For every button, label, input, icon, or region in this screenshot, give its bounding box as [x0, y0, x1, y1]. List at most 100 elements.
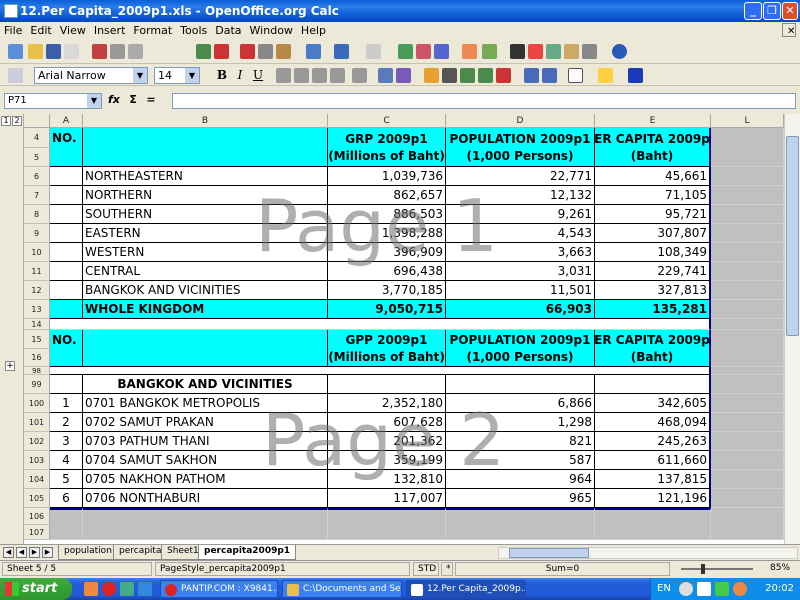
region-no-cell[interactable]	[50, 205, 83, 224]
currency-format-icon[interactable]	[424, 68, 439, 83]
region-pop-cell[interactable]: 22,771	[446, 167, 595, 186]
province-pc-cell[interactable]: 611,660	[595, 451, 711, 470]
prev-sheet-icon[interactable]: ◀	[16, 547, 27, 558]
kingdom-name-cell[interactable]: WHOLE KINGDOM	[83, 300, 328, 319]
task-button-calc[interactable]: 12.Per Capita_2009p...	[406, 580, 526, 598]
header-name-cell[interactable]	[83, 330, 328, 367]
row-header[interactable]: 106	[24, 508, 50, 525]
font-color-icon[interactable]	[628, 68, 643, 83]
column-header-l[interactable]: L	[711, 114, 784, 128]
maximize-button[interactable]: ❐	[763, 2, 781, 20]
vertical-text-icon[interactable]	[396, 68, 411, 83]
sheet-tab-population[interactable]: population	[58, 545, 118, 560]
header-pc-cell[interactable]: ER CAPITA 2009p (Baht)	[595, 330, 711, 367]
region-grp-cell[interactable]: 1,398,288	[328, 224, 446, 243]
province-gpp-cell[interactable]: 359,199	[328, 451, 446, 470]
province-no-cell[interactable]: 5	[50, 470, 83, 489]
province-no-cell[interactable]: 6	[50, 489, 83, 508]
text-direction-icon[interactable]	[378, 68, 393, 83]
bold-button[interactable]: B	[214, 67, 230, 83]
zoom-icon[interactable]	[582, 44, 597, 59]
increase-indent-icon[interactable]	[542, 68, 557, 83]
empty-cell[interactable]	[711, 319, 784, 330]
column-header-a[interactable]: A	[50, 114, 83, 128]
row-header[interactable]: 11	[24, 262, 50, 281]
region-name-cell[interactable]: BANGKOK AND VICINITIES	[83, 281, 328, 300]
close-button[interactable]: ✕	[782, 2, 798, 20]
menu-format[interactable]: Format	[129, 22, 176, 39]
task-button-pantip[interactable]: PANTIP.COM : X9841...	[160, 580, 278, 598]
region-name-cell[interactable]: NORTHEASTERN	[83, 167, 328, 186]
menu-data[interactable]: Data	[211, 22, 245, 39]
empty-cell[interactable]	[711, 489, 784, 508]
region-grp-cell[interactable]: 862,657	[328, 186, 446, 205]
region-grp-cell[interactable]: 3,770,185	[328, 281, 446, 300]
region-pc-cell[interactable]: 229,741	[595, 262, 711, 281]
empty-cell[interactable]	[446, 508, 595, 540]
region-grp-cell[interactable]: 696,438	[328, 262, 446, 281]
paste-icon[interactable]	[276, 44, 291, 59]
export-pdf-icon[interactable]	[92, 44, 107, 59]
empty-cell[interactable]	[711, 300, 784, 319]
region-pop-cell[interactable]: 11,501	[446, 281, 595, 300]
menu-tools[interactable]: Tools	[176, 22, 211, 39]
region-pc-cell[interactable]: 71,105	[595, 186, 711, 205]
region-name-cell[interactable]: EASTERN	[83, 224, 328, 243]
close-document-icon[interactable]: ✕	[782, 23, 796, 37]
sort-descending-icon[interactable]	[434, 44, 449, 59]
redo-icon[interactable]	[366, 44, 381, 59]
province-name-cell[interactable]: 0704 SAMUT SAKHON	[83, 451, 328, 470]
outline-level-2-button[interactable]: 2	[12, 116, 22, 126]
empty-cell[interactable]	[711, 367, 784, 375]
zoom-level[interactable]: 85%	[766, 562, 798, 576]
kingdom-pc-cell[interactable]: 135,281	[595, 300, 711, 319]
header-gpp-cell[interactable]: GPP 2009p1 (Millions of Baht)	[328, 330, 446, 367]
row-header[interactable]: 7	[24, 186, 50, 205]
empty-cell[interactable]	[328, 508, 446, 540]
undo-icon[interactable]	[334, 44, 349, 59]
empty-cell[interactable]	[711, 451, 784, 470]
hyperlink-icon[interactable]	[398, 44, 413, 59]
region-pc-cell[interactable]: 307,807	[595, 224, 711, 243]
region-no-cell[interactable]	[50, 224, 83, 243]
province-no-cell[interactable]: 4	[50, 451, 83, 470]
quicklaunch-icon[interactable]	[84, 582, 98, 596]
province-pc-cell[interactable]: 121,196	[595, 489, 711, 508]
last-sheet-icon[interactable]: ▶	[42, 547, 53, 558]
tray-icon[interactable]	[697, 582, 711, 596]
add-decimal-icon[interactable]	[478, 68, 493, 83]
draw-functions-icon[interactable]	[482, 44, 497, 59]
row-header[interactable]: 102	[24, 432, 50, 451]
name-box[interactable]: P71 ▼	[4, 93, 102, 109]
first-sheet-icon[interactable]: ◀	[3, 547, 14, 558]
header-name-cell[interactable]	[83, 128, 328, 167]
province-pop-cell[interactable]: 6,866	[446, 394, 595, 413]
align-left-icon[interactable]	[276, 68, 291, 83]
empty-cell[interactable]	[711, 470, 784, 489]
sum-indicator[interactable]: Sum=0	[455, 562, 670, 576]
row-header[interactable]: 5	[24, 148, 50, 167]
region-name-cell[interactable]: WESTERN	[83, 243, 328, 262]
help-icon[interactable]	[679, 582, 693, 596]
vertical-scroll-thumb[interactable]	[786, 136, 799, 336]
background-color-icon[interactable]	[598, 68, 613, 83]
empty-cell[interactable]	[711, 281, 784, 300]
sort-ascending-icon[interactable]	[416, 44, 431, 59]
row-header[interactable]: 13	[24, 300, 50, 319]
region-no-cell[interactable]	[50, 262, 83, 281]
province-pc-cell[interactable]: 137,815	[595, 470, 711, 489]
province-pop-cell[interactable]: 965	[446, 489, 595, 508]
empty-cell[interactable]	[711, 394, 784, 413]
menu-file[interactable]: File	[0, 22, 26, 39]
standard-format-icon[interactable]	[460, 68, 475, 83]
province-no-cell[interactable]: 3	[50, 432, 83, 451]
kingdom-no-cell[interactable]	[50, 300, 83, 319]
sum-icon[interactable]: Σ	[129, 93, 137, 106]
empty-cell[interactable]	[711, 243, 784, 262]
empty-cell[interactable]	[595, 375, 711, 394]
select-all-corner[interactable]	[24, 114, 50, 128]
province-gpp-cell[interactable]: 132,810	[328, 470, 446, 489]
font-name-select[interactable]: Arial Narrow ▼	[34, 67, 148, 84]
vertical-scrollbar[interactable]	[784, 114, 800, 544]
column-header-d[interactable]: D	[446, 114, 595, 128]
